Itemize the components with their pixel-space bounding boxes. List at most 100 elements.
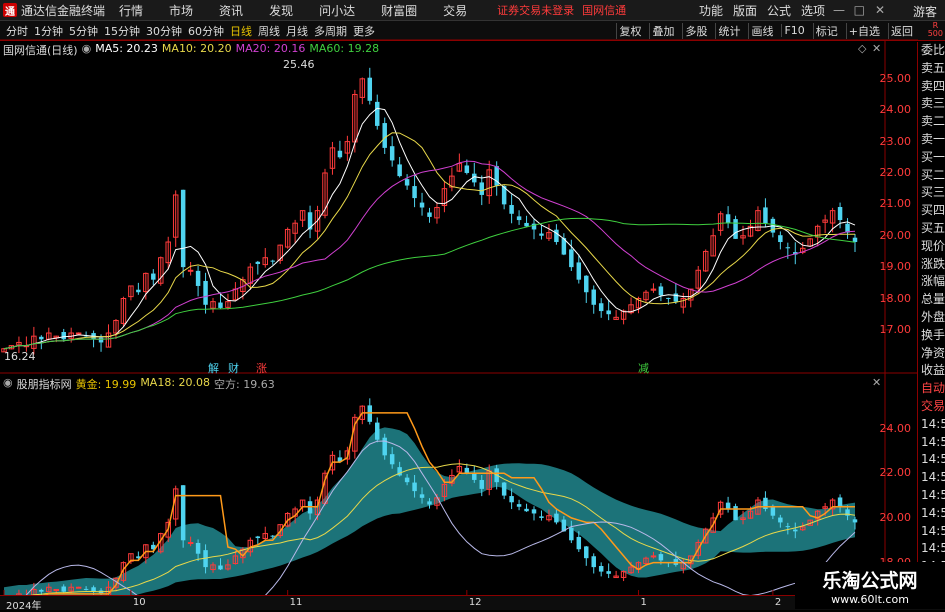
sub-axis-label: 24.00 — [879, 421, 912, 435]
candle-body — [419, 202, 425, 208]
event-tag-3[interactable]: 涨 — [256, 360, 267, 376]
sub-candle-body — [576, 536, 582, 550]
sub-candle-body — [785, 526, 791, 528]
candle-body — [307, 212, 313, 230]
main-legend: 国网信通(日线) ◉ MA5: 20.23 MA10: 20.20 MA20: … — [3, 42, 383, 58]
candle-body — [98, 337, 104, 343]
sidebar-item[interactable]: 卖三 — [918, 95, 945, 113]
sub-candle-body — [793, 529, 798, 532]
candle-body — [516, 216, 522, 221]
candle-body — [509, 205, 514, 214]
candle-body — [255, 261, 261, 264]
sub-candle-body — [852, 519, 858, 523]
main-axis-label: 17.00 — [879, 322, 912, 336]
sub-candle-body — [501, 482, 507, 496]
event-tag-2[interactable]: 财 — [228, 360, 239, 376]
sub-candle-body — [591, 556, 596, 568]
event-tag-1[interactable]: 解 — [208, 360, 219, 376]
sidebar-item[interactable]: 交易 — [918, 398, 945, 416]
sub-grid — [885, 428, 890, 564]
watermark: 乐淘公式网 www.60lt.com — [795, 562, 945, 609]
sub-legend: ◉ 股朋指标网 黄金: 19.99 MA18: 20.08 空方: 19.63 — [3, 376, 279, 392]
main-axis-label: 22.00 — [879, 165, 912, 179]
sub-close-icon[interactable]: ✕ — [872, 376, 881, 389]
candle-body — [404, 179, 410, 186]
sub-candle-body — [606, 571, 611, 574]
sidebar-item[interactable]: 卖一 — [918, 131, 945, 149]
candle-body — [195, 270, 201, 286]
indicator-icon[interactable]: ◉ — [3, 376, 13, 392]
sidebar-item[interactable]: 外盘 — [918, 309, 945, 327]
sub-candle-body — [39, 589, 44, 592]
sub-candle-body — [187, 542, 194, 545]
sub-candle-body — [658, 554, 664, 561]
stock-name[interactable]: 国网信通(日线) — [3, 42, 78, 58]
sub-candle-body — [382, 437, 387, 456]
ma60-line — [3, 217, 856, 350]
sidebar-item[interactable]: 现价 — [918, 238, 945, 256]
candle-body — [75, 332, 82, 335]
candle-body — [606, 310, 611, 315]
sidebar-item[interactable]: 买一 — [918, 149, 945, 167]
sidebar-item[interactable]: 委比 — [918, 42, 945, 60]
sidebar-item[interactable]: 14:56 — [918, 540, 945, 558]
sidebar-item[interactable]: 涨跌 — [918, 256, 945, 274]
settings-icon[interactable]: ◇ — [858, 42, 866, 55]
sub-candle-body — [464, 467, 470, 474]
sub-candle-body — [516, 504, 522, 507]
panel-close-icon[interactable]: ✕ — [872, 42, 881, 55]
sub-candle-body — [725, 502, 731, 509]
candle-body — [412, 186, 417, 199]
sidebar-item[interactable]: 买四 — [918, 202, 945, 220]
candle-body — [427, 212, 432, 217]
gear-icon[interactable]: ◉ — [82, 42, 92, 58]
kline-chart[interactable] — [0, 0, 918, 595]
candle-body — [479, 182, 484, 195]
sidebar-item[interactable]: 收益 — [918, 362, 945, 380]
sidebar-item[interactable]: 卖四 — [918, 78, 945, 96]
event-tag-4[interactable]: 减 — [638, 360, 649, 376]
ma60-label: MA60: 19.28 — [309, 42, 380, 55]
sidebar-item[interactable]: 14:56 — [918, 469, 945, 487]
ma5-line — [3, 107, 856, 350]
sidebar-item[interactable]: 买二 — [918, 167, 945, 185]
sidebar-item[interactable]: 总量 — [918, 291, 945, 309]
time-label: 2 — [774, 597, 782, 608]
sidebar-item[interactable]: 14:56 — [918, 451, 945, 469]
sidebar-item[interactable]: 卖二 — [918, 113, 945, 131]
indicator-name[interactable]: 股朋指标网 — [17, 376, 72, 392]
main-axis-label: 23.00 — [879, 134, 912, 148]
candle-body — [203, 280, 208, 305]
main-axis-label: 18.00 — [879, 291, 912, 305]
sidebar-item[interactable]: 自动 — [918, 380, 945, 398]
sub-candle-body — [389, 454, 395, 465]
sidebar-item[interactable]: 涨幅 — [918, 273, 945, 291]
sub-candle-body — [598, 566, 604, 572]
candle-body — [598, 303, 604, 312]
sidebar-item[interactable]: 卖五 — [918, 60, 945, 78]
candle-body — [382, 123, 387, 148]
time-label: 10 — [132, 597, 146, 608]
sub-candle-body — [427, 501, 432, 505]
sub-candle-body — [255, 536, 261, 539]
kongfang-label: 空方: 19.63 — [214, 378, 275, 391]
sub-candle-body — [733, 506, 738, 521]
sidebar-item[interactable]: 14:56 — [918, 487, 945, 505]
sidebar-item[interactable]: 买三 — [918, 184, 945, 202]
sidebar-item[interactable]: 换手 — [918, 327, 945, 345]
sub-candle-body — [61, 586, 66, 592]
candle-body — [464, 165, 470, 173]
sidebar-item[interactable]: 买五 — [918, 220, 945, 238]
sidebar-item[interactable]: 净资 — [918, 345, 945, 363]
candle-body — [673, 293, 679, 302]
sidebar-item[interactable]: 14:56 — [918, 434, 945, 452]
sidebar-item[interactable]: 14:56 — [918, 523, 945, 541]
sidebar-item[interactable]: 14:56 — [918, 505, 945, 523]
ma10-label: MA10: 20.20 — [161, 42, 232, 55]
candle-body — [389, 146, 395, 161]
ma18-label: MA18: 20.08 — [140, 376, 211, 389]
candle-body — [584, 275, 589, 293]
sidebar-item[interactable]: 14:56 — [918, 416, 945, 434]
candle-body — [61, 332, 66, 340]
candle-body — [763, 207, 768, 224]
